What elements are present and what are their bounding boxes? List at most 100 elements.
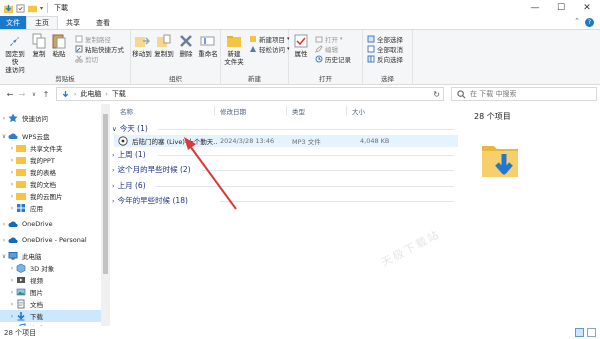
help-icon[interactable]: ? <box>585 18 594 27</box>
tab-home[interactable]: 主页 <box>26 16 58 29</box>
chevron-right-icon[interactable]: › <box>8 313 16 320</box>
collapse-ribbon-icon[interactable]: ⌃ <box>574 17 580 25</box>
chevron-right-icon[interactable]: › <box>0 115 8 122</box>
group-earlier-this-month[interactable]: › 这个月的早些时候 (2) <box>112 164 191 175</box>
pin-quick-access-button[interactable]: 固定到快 速访问 <box>3 33 27 74</box>
mp3-file-icon <box>118 136 128 146</box>
edit-button[interactable]: 编辑 <box>315 44 338 54</box>
chevron-down-icon[interactable]: ∨ <box>0 133 8 140</box>
sidebar-item-3d-objects[interactable]: › 3D 对象 <box>8 262 54 274</box>
properties-button[interactable]: 属性 <box>293 33 309 58</box>
open-button[interactable]: 打开 ▾ <box>315 34 343 44</box>
sidebar-item-my-ppt[interactable]: › 我的PPT <box>8 154 55 166</box>
select-all-button[interactable]: 全部选择 <box>367 34 403 44</box>
paste-shortcut-button[interactable]: 粘贴快捷方式 <box>75 44 124 54</box>
sidebar-item-this-pc[interactable]: ∨ 此电脑 <box>0 250 42 262</box>
breadcrumb-downloads[interactable]: 下载 <box>112 89 126 99</box>
group-earlier-this-year[interactable]: › 今年的早些时候 (18) <box>112 195 188 206</box>
copy-label: 复制 <box>32 50 46 58</box>
details-view-button[interactable] <box>575 328 584 337</box>
chevron-right-icon[interactable]: › <box>8 193 16 200</box>
rename-button[interactable]: 重命名 <box>198 33 218 58</box>
forward-button[interactable]: → <box>16 90 28 99</box>
clipboard-group-label: 剪贴板 <box>55 75 75 83</box>
new-item-button[interactable]: 新建项目 ▾ <box>249 34 290 44</box>
column-divider[interactable] <box>286 106 287 116</box>
properties-icon[interactable] <box>16 3 25 13</box>
maximize-button[interactable]: ☐ <box>548 0 574 16</box>
group-today[interactable]: ∨ 今天 (1) <box>112 123 148 134</box>
sidebar-item-pictures[interactable]: › 图片 <box>8 286 43 298</box>
chevron-down-icon[interactable]: ∨ <box>0 253 8 260</box>
copy-button[interactable]: 复制 <box>31 33 47 58</box>
sidebar-item-my-sheets[interactable]: › 我的表格 <box>8 166 56 178</box>
sidebar-item-onedrive-personal[interactable]: › OneDrive - Personal <box>0 234 87 246</box>
search-box[interactable]: 在 下载 中搜索 <box>451 87 597 101</box>
breadcrumb-this-pc[interactable]: 此电脑 <box>80 89 101 99</box>
sidebar-item-label: 图片 <box>30 289 43 297</box>
chevron-right-icon[interactable]: › <box>8 205 16 212</box>
pin-icon <box>10 34 19 46</box>
chevron-right-icon[interactable]: › <box>8 265 16 272</box>
large-icons-view-button[interactable] <box>587 328 596 337</box>
chevron-right-icon[interactable]: › <box>8 277 16 284</box>
column-divider[interactable] <box>346 106 347 116</box>
new-folder-icon[interactable] <box>28 4 37 13</box>
group-last-week[interactable]: › 上周 (1) <box>112 149 146 160</box>
chevron-right-icon[interactable]: › <box>8 157 16 164</box>
qa-dropdown-icon[interactable]: ▾ <box>40 5 43 12</box>
sidebar-item-my-cloud-pictures[interactable]: › 我的云图片 <box>8 190 63 202</box>
history-button[interactable]: 历史记录 <box>315 54 351 64</box>
new-folder-button[interactable]: 新建 文件夹 <box>223 33 245 66</box>
address-bar[interactable]: › 此电脑 › 下载 ↻ <box>56 87 444 101</box>
close-button[interactable]: ✕ <box>574 0 600 16</box>
edit-icon <box>315 45 323 53</box>
select-none-button[interactable]: 全部取消 <box>367 44 403 54</box>
move-to-button[interactable]: 移动到 <box>132 33 152 58</box>
back-button[interactable]: ← <box>4 90 16 99</box>
chevron-right-icon[interactable]: › <box>8 145 16 152</box>
sidebar-item-videos[interactable]: › 视频 <box>8 274 43 286</box>
refresh-icon[interactable]: ↻ <box>433 90 440 99</box>
sidebar-item-wps-cloud[interactable]: ∨ WPS云盘 <box>0 130 50 142</box>
tab-share[interactable]: 共享 <box>58 16 88 29</box>
delete-button[interactable]: 删除 <box>178 33 194 58</box>
sidebar-item-apps[interactable]: › 应用 <box>8 202 43 214</box>
column-header-date[interactable]: 修改日期 <box>220 105 246 117</box>
open-dropdown-icon: ▾ <box>340 36 343 42</box>
chevron-right-icon[interactable]: › <box>8 301 16 308</box>
chevron-right-icon[interactable]: › <box>8 289 16 296</box>
tab-file[interactable]: 文件 <box>0 16 26 29</box>
copy-to-button[interactable]: 复制到 <box>154 33 174 58</box>
recent-locations-button[interactable]: ∨ <box>28 91 40 98</box>
sidebar-scrollbar[interactable] <box>101 104 110 326</box>
sidebar-item-downloads[interactable]: › 下载 <box>0 310 101 322</box>
copy-path-button[interactable]: 复制路径 <box>75 34 111 44</box>
sidebar-item-my-docs[interactable]: › 我的文档 <box>8 178 56 190</box>
scrollbar-thumb[interactable] <box>103 114 108 274</box>
cut-button[interactable]: 剪切 <box>75 54 98 64</box>
cut-label: 剪切 <box>85 56 98 64</box>
group-last-month[interactable]: › 上月 (6) <box>112 180 146 191</box>
invert-selection-button[interactable]: 反向选择 <box>367 54 403 64</box>
chevron-right-icon[interactable]: › <box>0 237 8 244</box>
column-header-size[interactable]: 大小 <box>352 105 365 117</box>
column-header-type[interactable]: 类型 <box>292 105 305 117</box>
chevron-right-icon[interactable]: › <box>0 221 8 228</box>
column-header-name[interactable]: 名称 <box>120 105 133 117</box>
edit-label: 编辑 <box>325 46 338 54</box>
easy-access-button[interactable]: 轻松访问 ▾ <box>249 44 290 54</box>
minimize-button[interactable]: — <box>522 0 548 16</box>
sidebar-item-quick-access[interactable]: › 快速访问 <box>0 112 48 124</box>
file-row[interactable]: 后陆门的塞 (Live)-十个勤天... 2024/3/28 13:46 MP3… <box>114 135 458 147</box>
column-divider[interactable] <box>214 106 215 116</box>
sidebar-item-onedrive[interactable]: › OneDrive <box>0 218 53 230</box>
up-button[interactable]: ↑ <box>40 90 52 99</box>
sidebar-item-documents[interactable]: › 文档 <box>8 298 43 310</box>
tab-view[interactable]: 查看 <box>88 16 118 29</box>
sidebar-item-label: 共享文件夹 <box>30 145 63 153</box>
chevron-right-icon[interactable]: › <box>8 181 16 188</box>
paste-button[interactable]: 粘贴 <box>51 33 67 58</box>
sidebar-item-shared-folder[interactable]: › 共享文件夹 <box>8 142 63 154</box>
chevron-right-icon[interactable]: › <box>8 169 16 176</box>
